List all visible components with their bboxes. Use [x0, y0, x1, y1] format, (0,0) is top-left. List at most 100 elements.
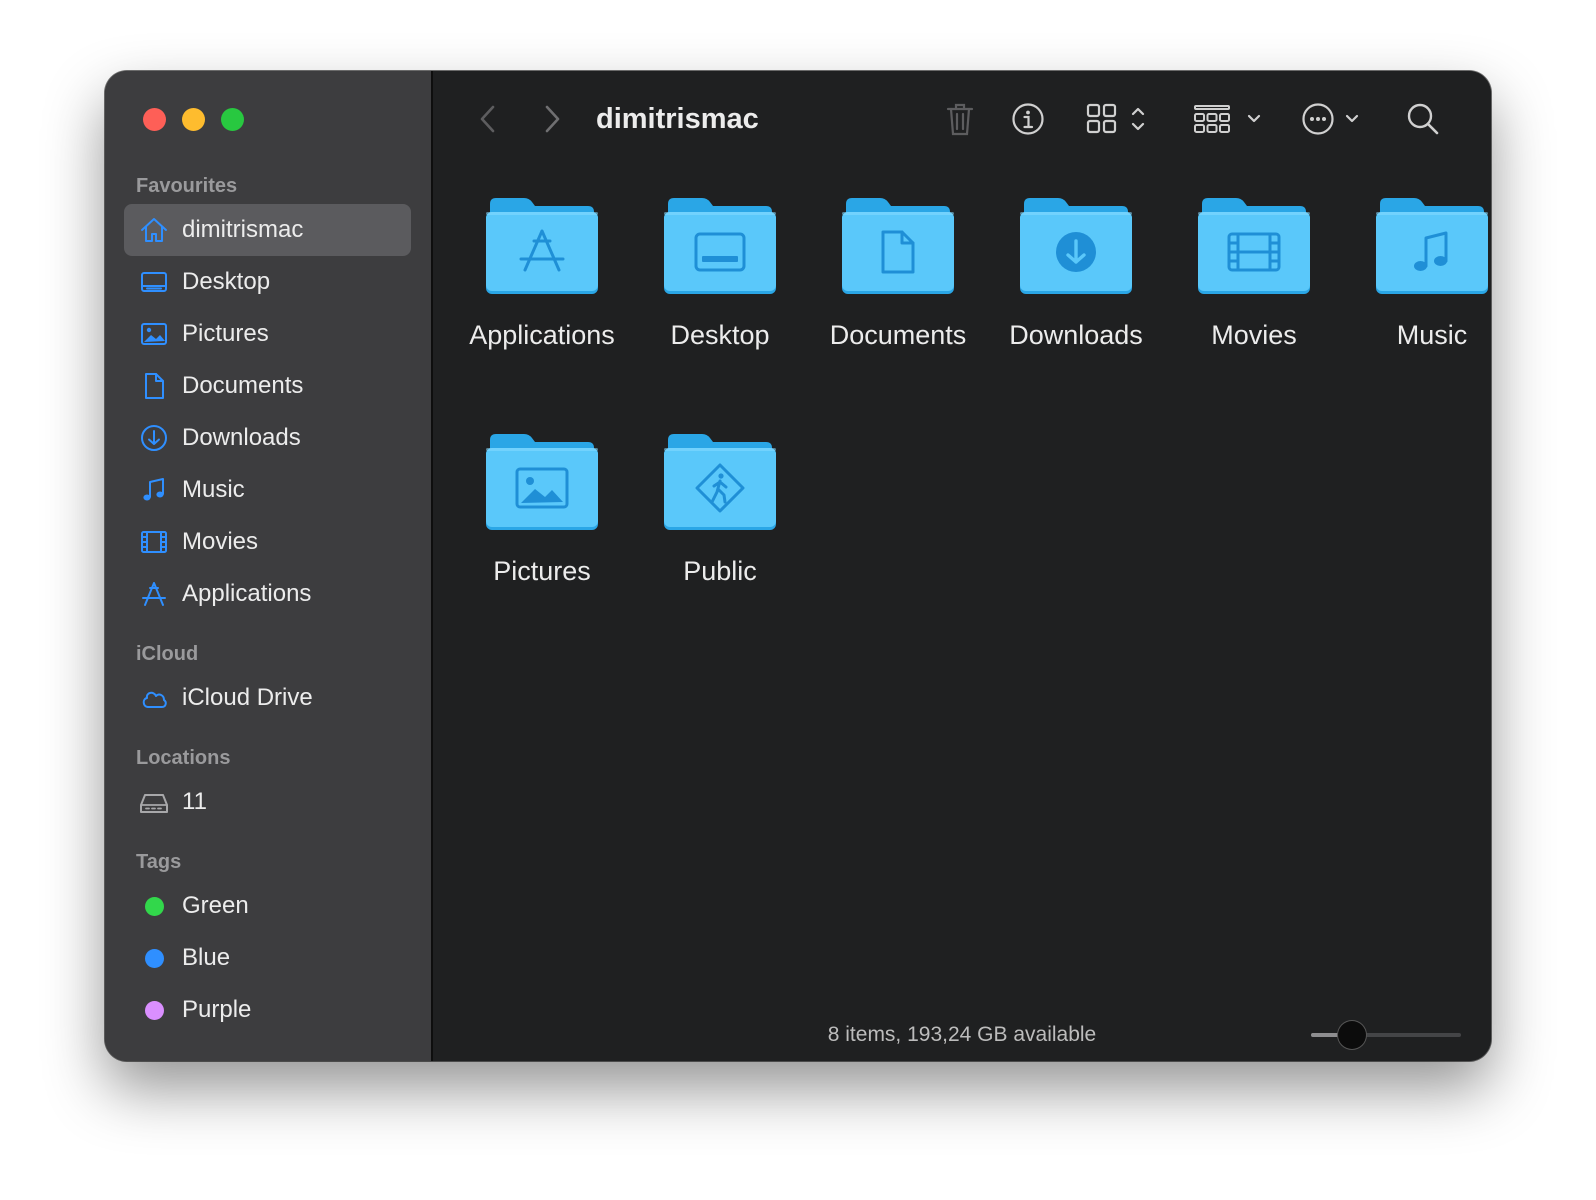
zoom-window-button[interactable]: [221, 108, 244, 131]
minimize-window-button[interactable]: [182, 108, 205, 131]
sidebar-section-title: Tags: [136, 851, 182, 873]
music-icon: [138, 474, 170, 506]
sidebar-item-green[interactable]: Green: [124, 880, 411, 932]
pictures-icon: [138, 318, 170, 350]
sidebar-item-label: Downloads: [182, 424, 301, 451]
file-item-applications[interactable]: Applications: [460, 196, 624, 353]
sidebar-item-label: dimitrismac: [182, 216, 304, 243]
sidebar-section-title: Locations: [136, 747, 231, 769]
tag-color-dot: [144, 896, 164, 916]
tag-color-dot: [144, 948, 164, 968]
sidebar-item-blue[interactable]: Blue: [124, 932, 411, 984]
sidebar-item-icloud-drive[interactable]: iCloud Drive: [124, 672, 411, 724]
window-controls: [143, 108, 244, 131]
sidebar-item-label: 11: [182, 788, 207, 815]
more-actions-button[interactable]: [1301, 97, 1367, 141]
sidebar-item-label: Pictures: [182, 320, 269, 347]
sidebar-item-documents[interactable]: Documents: [124, 360, 411, 412]
sidebar-item-label: Blue: [182, 944, 231, 971]
tag-color-dot: [144, 1000, 164, 1020]
folder-movies-icon: [1198, 198, 1310, 294]
file-item-label: Pictures: [493, 556, 591, 586]
group-by-icon: [1194, 105, 1261, 133]
applications-icon: [142, 582, 166, 606]
icon-size-slider[interactable]: [1311, 1020, 1461, 1050]
file-item-downloads[interactable]: Downloads: [994, 196, 1158, 353]
tag-dot-icon: [138, 942, 170, 974]
sidebar-item-pictures[interactable]: Pictures: [124, 308, 411, 360]
sidebar-section-icloud: iCloud iCloud Drive: [105, 637, 431, 724]
sidebar-section-favourites: Favourites dimitrismac Desktop Pictures Docu…: [105, 169, 431, 620]
finder-window: Favourites dimitrismac Desktop Pictures Docu…: [105, 71, 1491, 1061]
drive-icon: [138, 786, 170, 818]
sidebar-item-label: Green: [182, 892, 249, 919]
music-icon: [143, 478, 164, 501]
folder-pictures-icon: [486, 434, 598, 530]
folder-applications-icon: [486, 198, 598, 294]
sidebar-item-label: iCloud Drive: [182, 684, 313, 711]
folder-documents-icon: [842, 198, 954, 294]
movies-icon: [141, 531, 167, 553]
main-pane: dimitrismac Applications Desktop Documents…: [433, 71, 1491, 1061]
folder-downloads-icon: [1020, 198, 1132, 294]
file-item-pictures[interactable]: Pictures: [460, 432, 624, 589]
sidebar-section-title: iCloud: [136, 643, 199, 665]
file-item-label: Desktop: [670, 320, 770, 350]
sidebar-section-tags: Tags Green Blue Purple: [105, 845, 431, 1036]
sidebar-item-label: Purple: [182, 996, 252, 1023]
sidebar-item-purple[interactable]: Purple: [124, 984, 411, 1036]
desktop-icon: [138, 266, 170, 298]
close-window-button[interactable]: [143, 108, 166, 131]
window-title: dimitrismac: [596, 103, 759, 135]
search-button[interactable]: [1403, 97, 1443, 141]
view-mode-button[interactable]: [1085, 97, 1151, 141]
document-icon: [145, 373, 164, 399]
home-icon: [141, 218, 167, 242]
drive-icon: [140, 794, 168, 813]
file-item-documents[interactable]: Documents: [816, 196, 980, 353]
sidebar-item-desktop[interactable]: Desktop: [124, 256, 411, 308]
file-item-desktop[interactable]: Desktop: [638, 196, 802, 353]
back-button[interactable]: [473, 97, 503, 141]
trash-button[interactable]: [943, 97, 977, 141]
icon-grid-view-icon: [1086, 103, 1145, 134]
file-item-music[interactable]: Music: [1350, 196, 1491, 353]
file-item-label: Downloads: [1009, 320, 1143, 350]
sidebar-item-downloads[interactable]: Downloads: [124, 412, 411, 464]
sidebar-item-music[interactable]: Music: [124, 464, 411, 516]
sidebar-item-applications[interactable]: Applications: [124, 568, 411, 620]
group-by-button[interactable]: [1193, 97, 1267, 141]
folder-desktop-icon: [664, 198, 776, 294]
sidebar-item-movies[interactable]: Movies: [124, 516, 411, 568]
trash-icon: [946, 103, 974, 136]
file-item-label: Documents: [829, 320, 967, 350]
sidebar-section-title: Favourites: [136, 175, 238, 197]
sidebar: Favourites dimitrismac Desktop Pictures Docu…: [105, 71, 433, 1061]
sidebar-item-dimitrismac[interactable]: dimitrismac: [124, 204, 411, 256]
download-icon: [138, 422, 170, 454]
sidebar-item-label: Movies: [182, 528, 259, 555]
desktop-icon: [141, 272, 167, 292]
search-icon: [1407, 103, 1439, 135]
cloud-icon: [138, 682, 170, 714]
sidebar-item-label: Music: [182, 476, 245, 503]
get-info-button[interactable]: [1009, 97, 1047, 141]
document-icon: [138, 370, 170, 402]
sidebar-item-11[interactable]: 11: [124, 776, 411, 828]
tag-dot-icon: [138, 994, 170, 1026]
pictures-icon: [141, 323, 167, 345]
sidebar-item-label: Applications: [182, 580, 312, 607]
forward-button[interactable]: [537, 97, 567, 141]
file-item-public[interactable]: Public: [638, 432, 802, 589]
slider-knob[interactable]: [1337, 1021, 1366, 1049]
download-icon: [141, 425, 167, 451]
folder-music-icon: [1376, 198, 1488, 294]
sidebar-sections: Favourites dimitrismac Desktop Pictures Docu…: [105, 169, 431, 1053]
info-icon: [1012, 103, 1044, 135]
folder-public-icon: [664, 434, 776, 530]
file-item-label: Applications: [469, 320, 615, 350]
file-item-label: Music: [1396, 320, 1468, 350]
sidebar-item-label: Desktop: [182, 268, 271, 295]
sidebar-section-locations: Locations 11: [105, 741, 431, 828]
file-item-movies[interactable]: Movies: [1172, 196, 1336, 353]
